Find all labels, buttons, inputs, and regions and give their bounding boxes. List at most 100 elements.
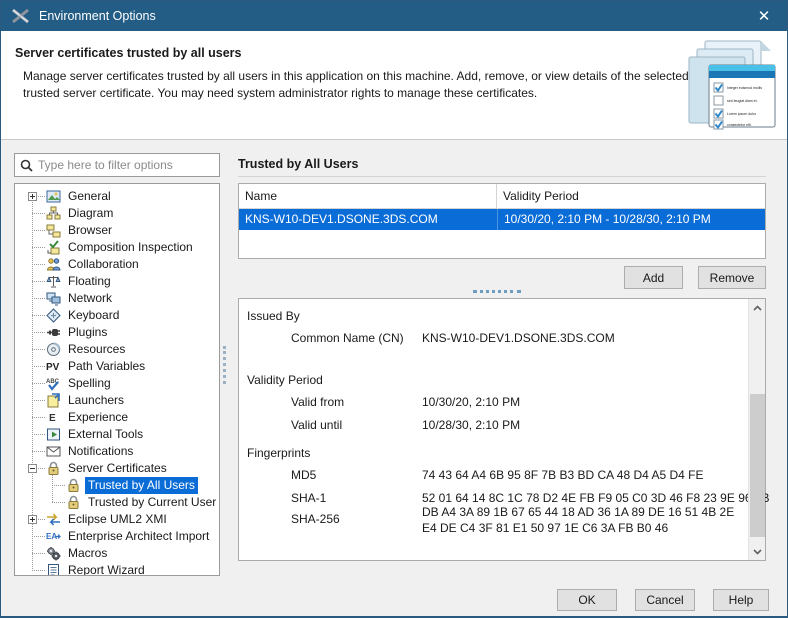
md5-label: MD5 (291, 468, 316, 482)
page-title: Server certificates trusted by all users (15, 46, 242, 60)
sidebar-item-server-certificates[interactable]: Server Certificates (15, 460, 219, 477)
dialog-header: Server certificates trusted by all users… (1, 31, 787, 140)
general-icon (46, 189, 61, 204)
scroll-up-icon[interactable] (749, 299, 766, 316)
options-tree: General Diagram Browser Composition Insp… (14, 183, 220, 576)
sidebar-item-keyboard[interactable]: Keyboard (15, 307, 219, 324)
diagram-icon (46, 206, 61, 221)
sha256-label: SHA-256 (291, 512, 340, 526)
scrollbar-thumb[interactable] (750, 394, 765, 537)
filter-container (14, 153, 220, 177)
cell-validity-period: 10/30/20, 2:10 PM - 10/28/30, 2:10 PM (497, 209, 765, 230)
filter-input[interactable] (38, 158, 214, 172)
svg-text:E: E (49, 413, 56, 424)
browser-icon (46, 223, 61, 238)
external-tools-icon (46, 427, 61, 442)
common-name-value: KNS-W10-DEV1.DSONE.3DS.COM (422, 331, 615, 345)
sidebar-item-browser[interactable]: Browser (15, 222, 219, 239)
collapse-minus-icon[interactable] (28, 464, 37, 473)
sidebar-item-trusted-by-all-users[interactable]: Trusted by All Users (15, 477, 219, 494)
sidebar-item-enterprise-architect-import[interactable]: EA Enterprise Architect Import (15, 528, 219, 545)
sidebar-item-resources[interactable]: Resources (15, 341, 219, 358)
column-header-name[interactable]: Name (239, 184, 497, 208)
svg-text:PV: PV (46, 362, 60, 373)
sidebar-item-spelling[interactable]: ABC Spelling (15, 375, 219, 392)
panel-heading: Trusted by All Users (238, 157, 358, 171)
svg-text:consectetur elit.: consectetur elit. (727, 123, 752, 127)
composition-inspection-icon (46, 240, 61, 255)
sha256-value: DB A4 3A 89 1B 67 65 44 18 AD 36 1A 89 D… (422, 504, 752, 536)
lock-icon (66, 478, 81, 493)
sidebar-item-external-tools[interactable]: External Tools (15, 426, 219, 443)
valid-until-label: Valid until (291, 418, 342, 432)
sidebar-item-diagram[interactable]: Diagram (15, 205, 219, 222)
path-variables-icon: PV (46, 359, 61, 374)
ok-button[interactable]: OK (557, 589, 617, 611)
launchers-icon (46, 393, 61, 408)
sidebar-item-launchers[interactable]: Launchers (15, 392, 219, 409)
issued-by-label: Issued By (247, 309, 300, 323)
search-icon (20, 159, 33, 172)
sidebar-item-plugins[interactable]: Plugins (15, 324, 219, 341)
spelling-icon: ABC (46, 376, 61, 391)
horizontal-splitter-handle[interactable] (473, 290, 521, 293)
experience-icon: E (46, 410, 61, 425)
sidebar-item-general[interactable]: General (15, 188, 219, 205)
valid-until-value: 10/28/30, 2:10 PM (422, 418, 520, 432)
window-title: Environment Options (39, 9, 156, 23)
sidebar-item-network[interactable]: Network (15, 290, 219, 307)
sidebar-item-experience[interactable]: E Experience (15, 409, 219, 426)
common-name-label: Common Name (CN) (291, 331, 404, 345)
enterprise-architect-import-icon: EA (46, 529, 61, 544)
close-icon[interactable]: ✕ (741, 1, 787, 31)
sidebar-item-eclipse-uml2-xmi[interactable]: Eclipse UML2 XMI (15, 511, 219, 528)
table-row[interactable]: KNS-W10-DEV1.DSONE.3DS.COM 10/30/20, 2:1… (239, 209, 765, 230)
column-header-validity-period[interactable]: Validity Period (497, 184, 765, 208)
sha1-value: 52 01 64 14 8C 1C 78 D2 4E FB F9 05 C0 3… (422, 491, 770, 505)
cell-certificate-name: KNS-W10-DEV1.DSONE.3DS.COM (239, 209, 497, 230)
fingerprints-label: Fingerprints (247, 446, 310, 460)
cancel-button[interactable]: Cancel (635, 589, 695, 611)
sidebar-item-report-wizard[interactable]: Report Wizard (15, 562, 219, 576)
sidebar-item-macros[interactable]: Macros (15, 545, 219, 562)
help-button[interactable]: Help (713, 589, 769, 611)
page-description-line2: trusted server certificate. You may need… (23, 86, 537, 100)
valid-from-label: Valid from (291, 395, 344, 409)
scroll-down-icon[interactable] (749, 543, 766, 560)
floating-icon (46, 274, 61, 289)
collaboration-icon (46, 257, 61, 272)
magicdraw-x-icon (11, 7, 31, 25)
resources-icon (46, 342, 61, 357)
add-button[interactable]: Add (624, 266, 683, 289)
expand-plus-icon[interactable] (28, 515, 37, 524)
expand-plus-icon[interactable] (28, 192, 37, 201)
sidebar-item-composition-inspection[interactable]: Composition Inspection (15, 239, 219, 256)
titlebar[interactable]: Environment Options ✕ (1, 1, 787, 31)
details-scrollbar[interactable] (748, 299, 765, 560)
network-icon (46, 291, 61, 306)
sidebar-item-notifications[interactable]: Notifications (15, 443, 219, 460)
lock-icon (46, 461, 61, 476)
notifications-icon (46, 444, 61, 459)
page-description-line1: Manage server certificates trusted by al… (23, 69, 689, 83)
sidebar-item-trusted-by-current-user[interactable]: Trusted by Current User (15, 494, 219, 511)
vertical-splitter-handle[interactable] (223, 346, 226, 384)
validity-period-label: Validity Period (247, 373, 323, 387)
eclipse-uml2-xmi-icon (46, 512, 61, 527)
sidebar-item-floating[interactable]: Floating (15, 273, 219, 290)
svg-text:EA: EA (46, 532, 57, 541)
macros-icon (46, 546, 61, 561)
svg-text:Lorem ipsum dolor: Lorem ipsum dolor (727, 112, 757, 116)
sidebar-item-path-variables[interactable]: PV Path Variables (15, 358, 219, 375)
certificates-illustration-icon: Integer euismod mollis sed feugiat diam … (679, 39, 781, 135)
remove-button[interactable]: Remove (698, 266, 766, 289)
plugins-icon (46, 325, 61, 340)
certificates-table[interactable]: Name Validity Period KNS-W10-DEV1.DSONE.… (238, 183, 766, 259)
sha1-label: SHA-1 (291, 491, 326, 505)
environment-options-dialog: Environment Options ✕ Server certificate… (0, 0, 788, 618)
lock-icon (66, 495, 81, 510)
svg-text:sed feugiat diam et.: sed feugiat diam et. (727, 99, 758, 103)
certificate-details-panel: Issued By Common Name (CN) KNS-W10-DEV1.… (238, 298, 766, 561)
sidebar-item-collaboration[interactable]: Collaboration (15, 256, 219, 273)
keyboard-icon (46, 308, 61, 323)
